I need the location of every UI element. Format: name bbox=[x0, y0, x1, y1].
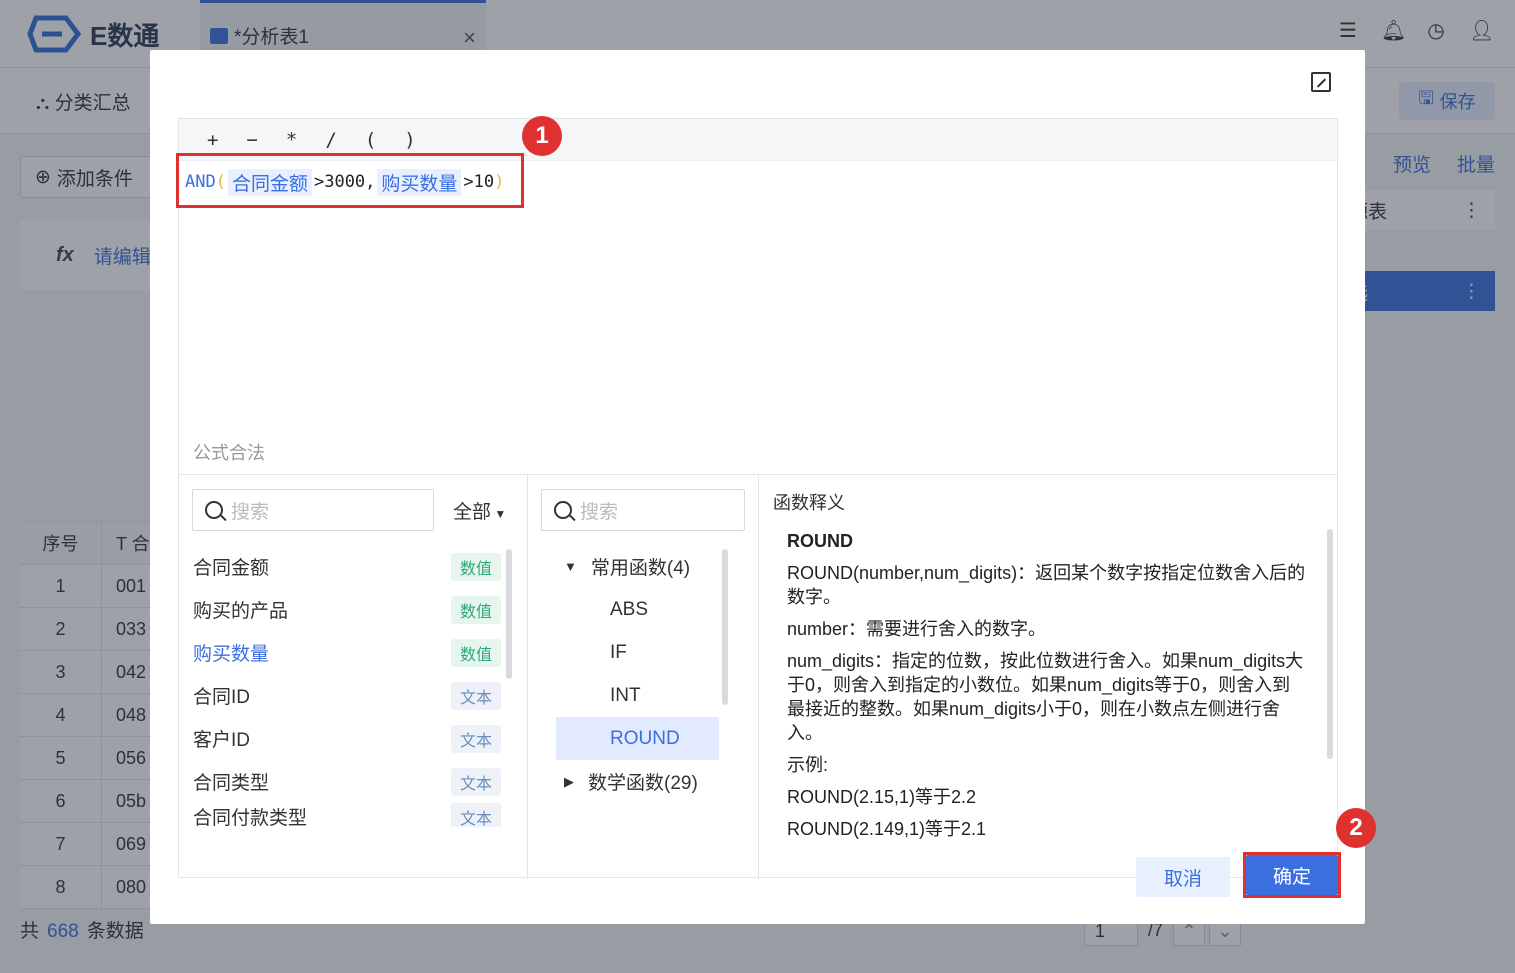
selector-panels: 搜索 全部 ▼ 合同金额 数值 购买的产品 数值 购买数量 数值 合同ID 文本 客户I… bbox=[179, 474, 1337, 879]
field-search-placeholder: 搜索 bbox=[231, 501, 270, 523]
field-type-badge: 数值 bbox=[450, 595, 501, 624]
list-item[interactable]: 购买数量 数值 bbox=[193, 631, 501, 674]
search-icon bbox=[205, 501, 223, 519]
field-filter-label: 全部 bbox=[453, 502, 492, 523]
field-name: 合同付款类型 bbox=[193, 808, 308, 827]
op-open-paren[interactable]: ( bbox=[365, 129, 376, 151]
op-minus[interactable]: − bbox=[246, 129, 257, 151]
field-type-badge: 数值 bbox=[450, 552, 501, 581]
fn-item-abs[interactable]: ABS bbox=[556, 588, 736, 631]
fn-item-int[interactable]: INT bbox=[556, 674, 736, 717]
expand-icon[interactable] bbox=[1311, 72, 1331, 92]
description-body: ROUND ROUND(number,num_digits)：返回某个数字按指定… bbox=[787, 529, 1307, 871]
desc-p6: ROUND(2.149,1)等于2.1 bbox=[787, 819, 987, 839]
list-item[interactable]: 客户ID 文本 bbox=[193, 717, 501, 760]
fn-group-label: 数学函数(29) bbox=[588, 773, 698, 794]
caret-down-icon: ▼ bbox=[491, 507, 507, 521]
list-item[interactable]: 合同付款类型 文本 bbox=[193, 803, 501, 827]
field-panel: 搜索 全部 ▼ 合同金额 数值 购买的产品 数值 购买数量 数值 合同ID 文本 客户I… bbox=[179, 475, 528, 879]
ok-highlight-box bbox=[1243, 852, 1341, 898]
op-plus[interactable]: + bbox=[207, 129, 218, 151]
caret-down-icon: ▼ bbox=[564, 559, 577, 574]
list-item[interactable]: 合同金额 数值 bbox=[193, 545, 501, 588]
fn-item-round[interactable]: ROUND bbox=[556, 717, 719, 760]
search-icon bbox=[554, 501, 572, 519]
desc-fn-name: ROUND bbox=[787, 531, 853, 551]
function-search-placeholder: 搜索 bbox=[580, 501, 619, 523]
desc-p1: ROUND(number,num_digits)：返回某个数字按指定位数舍入后的… bbox=[787, 563, 1306, 607]
field-name: 合同金额 bbox=[193, 558, 270, 579]
field-type-badge: 文本 bbox=[450, 681, 501, 710]
fn-item-if[interactable]: IF bbox=[556, 631, 736, 674]
field-type-badge: 文本 bbox=[450, 767, 501, 796]
field-name: 合同ID bbox=[193, 687, 251, 708]
description-title: 函数释义 bbox=[773, 493, 845, 513]
desc-p3: num_digits：指定的位数，按此位数进行舍入。如果num_digits大于… bbox=[787, 651, 1304, 743]
op-divide[interactable]: / bbox=[325, 129, 336, 151]
formula-editor: + − * / ( ) AND ( 合同金额 >3000, 购买数量 >10 )… bbox=[178, 118, 1338, 879]
description-scrollbar[interactable] bbox=[1327, 529, 1333, 759]
desc-p5: ROUND(2.15,1)等于2.2 bbox=[787, 787, 977, 807]
field-scrollbar[interactable] bbox=[506, 549, 512, 679]
field-filter-dropdown[interactable]: 全部 ▼ bbox=[453, 497, 506, 524]
field-name: 客户ID bbox=[193, 730, 251, 751]
list-item[interactable]: 购买的产品 数值 bbox=[193, 588, 501, 631]
formula-dialog: + − * / ( ) AND ( 合同金额 >3000, 购买数量 >10 )… bbox=[150, 50, 1376, 924]
field-type-badge: 文本 bbox=[450, 724, 501, 753]
field-list: 合同金额 数值 购买的产品 数值 购买数量 数值 合同ID 文本 客户ID 文本 合同类型… bbox=[193, 545, 501, 827]
list-item[interactable]: 合同ID 文本 bbox=[193, 674, 501, 717]
list-item[interactable]: 合同类型 文本 bbox=[193, 760, 501, 803]
field-name: 购买的产品 bbox=[193, 601, 289, 622]
field-type-badge: 文本 bbox=[450, 803, 501, 827]
cancel-button[interactable]: 取消 bbox=[1136, 857, 1230, 897]
fn-group-common[interactable]: ▼ 常用函数(4) bbox=[556, 545, 736, 588]
caret-right-icon: ▶ bbox=[564, 773, 574, 789]
op-close-paren[interactable]: ) bbox=[404, 129, 415, 151]
function-scrollbar[interactable] bbox=[722, 549, 728, 705]
formula-status: 公式合法 bbox=[193, 443, 265, 463]
formula-highlight-box bbox=[176, 153, 524, 208]
fn-group-label: 常用函数(4) bbox=[590, 558, 691, 579]
desc-p4: 示例: bbox=[787, 755, 829, 775]
desc-p2: number：需要进行舍入的数字。 bbox=[787, 619, 1047, 639]
step-badge-1: 1 bbox=[522, 116, 562, 156]
op-multiply[interactable]: * bbox=[286, 129, 297, 151]
field-name: 购买数量 bbox=[193, 644, 270, 665]
fn-group-math[interactable]: ▶ 数学函数(29) bbox=[556, 760, 736, 803]
field-type-badge: 数值 bbox=[450, 638, 501, 667]
description-panel: 函数释义 ROUND ROUND(number,num_digits)：返回某个… bbox=[759, 475, 1337, 879]
field-search-input[interactable]: 搜索 bbox=[192, 489, 434, 531]
field-name: 合同类型 bbox=[193, 773, 270, 794]
function-search-input[interactable]: 搜索 bbox=[541, 489, 745, 531]
function-list: ▼ 常用函数(4) ABS IF INT ROUND ▶ 数学函数(29) bbox=[556, 545, 736, 803]
function-panel: 搜索 ▼ 常用函数(4) ABS IF INT ROUND ▶ 数学函数(29) bbox=[528, 475, 759, 879]
step-badge-2: 2 bbox=[1336, 808, 1376, 848]
